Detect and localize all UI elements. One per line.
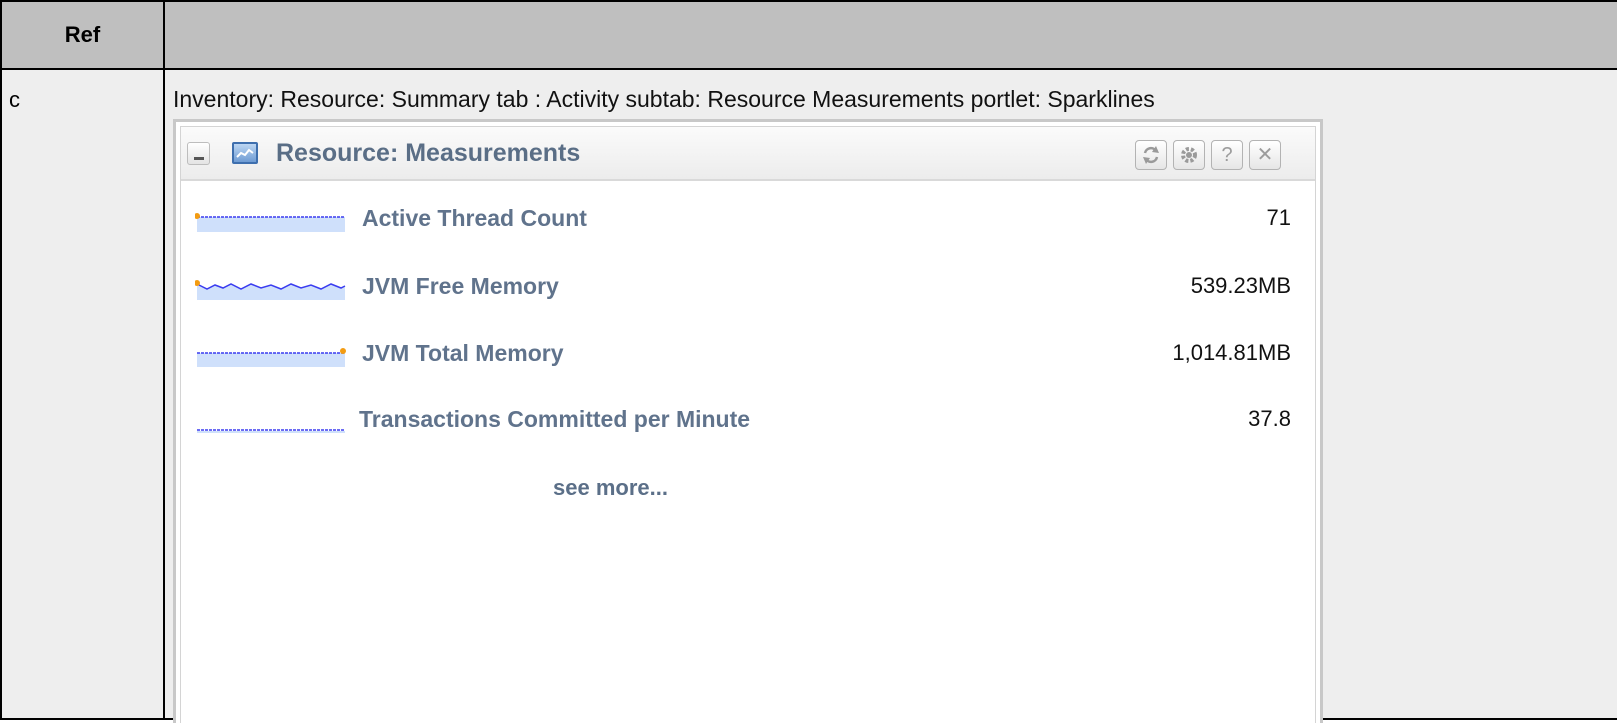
metric-name-link[interactable]: JVM Free Memory — [362, 273, 559, 300]
sparkline-jvm-total-memory — [197, 348, 346, 367]
refresh-icon[interactable] — [1135, 140, 1167, 170]
metric-name-link[interactable]: JVM Total Memory — [362, 340, 564, 367]
see-more-link[interactable]: see more... — [553, 475, 668, 501]
description-cell: Inventory: Resource: Summary tab : Activ… — [163, 68, 1617, 723]
sparkline-jvm-free-memory — [195, 280, 346, 300]
metric-value: 37.8 — [1248, 406, 1291, 431]
measurements-chart-icon — [232, 142, 258, 164]
sparkline-transactions-committed — [197, 429, 345, 433]
minimize-icon[interactable] — [187, 142, 210, 165]
metric-row: JVM Total Memory 1,014.81MB — [181, 334, 1315, 374]
metric-row: Active Thread Count 71 — [181, 199, 1315, 239]
metric-row: JVM Free Memory 539.23MB — [181, 267, 1315, 307]
metric-row: Transactions Committed per Minute 37.8 — [181, 400, 1315, 440]
metric-name-link[interactable]: Active Thread Count — [362, 205, 587, 232]
ref-cell: c — [0, 68, 165, 720]
settings-gear-icon[interactable] — [1173, 140, 1205, 170]
portlet-header: Resource: Measurements ? ✕ — [181, 127, 1315, 181]
ref-column-header: Ref — [0, 0, 165, 70]
metric-name-link[interactable]: Transactions Committed per Minute — [359, 406, 750, 433]
metric-value: 539.23MB — [1190, 273, 1291, 298]
sparkline-active-thread-count — [195, 213, 345, 232]
metric-value: 1,014.81MB — [1172, 340, 1291, 365]
portlet-body: Resource: Measurements ? ✕ Active Thread… — [180, 126, 1316, 723]
screenshot-caption: Inventory: Resource: Summary tab : Activ… — [173, 86, 1155, 112]
spec-table: Ref c Inventory: Resource: Summary tab :… — [0, 0, 1617, 723]
portlet-title: Resource: Measurements — [276, 139, 581, 167]
close-icon[interactable]: ✕ — [1249, 140, 1281, 170]
main-column-header — [163, 0, 1617, 70]
metric-value: 71 — [1266, 205, 1291, 230]
help-icon[interactable]: ? — [1211, 140, 1243, 170]
resource-measurements-portlet: Resource: Measurements ? ✕ Active Thread… — [173, 119, 1323, 723]
